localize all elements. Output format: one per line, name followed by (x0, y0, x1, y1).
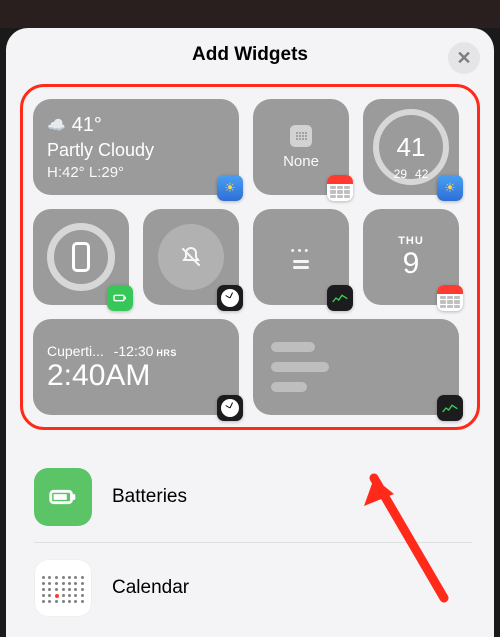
stocks-app-icon (327, 285, 353, 311)
stocks-dash (293, 260, 309, 263)
clock-app-icon (217, 285, 243, 311)
sheet-title: Add Widgets (192, 44, 308, 66)
calendar-app-icon (327, 175, 353, 201)
weather-temp: 41° (72, 114, 102, 137)
calendar-none-label: None (283, 153, 319, 170)
calendar-grid-icon (290, 125, 312, 147)
weather-app-icon (437, 175, 463, 201)
widget-gallery-highlight: ☁️ 41° Partly Cloudy H:42° L:29° None 41 (20, 84, 480, 430)
widget-calendar-none[interactable]: None (253, 99, 349, 195)
app-row-calendar[interactable]: Calendar (34, 543, 472, 633)
clock-app-icon (217, 395, 243, 421)
gauge-high: 42 (415, 167, 428, 181)
widget-weather-detail[interactable]: ☁️ 41° Partly Cloudy H:42° L:29° (33, 99, 239, 195)
sheet-header: Add Widgets ✕ (6, 28, 494, 82)
status-bar-decoration (0, 0, 500, 28)
mute-circle (158, 224, 224, 290)
clock-offset: -12:30 (114, 343, 154, 359)
clock-city: Cuperti... (47, 343, 104, 359)
add-widgets-sheet: Add Widgets ✕ ☁️ 41° Partly Cloudy H:42°… (6, 28, 494, 637)
stock-row-placeholder (271, 382, 307, 392)
clock-offset-unit: HRS (156, 348, 177, 358)
stocks-dash (293, 266, 309, 269)
calendar-daynum: 9 (403, 249, 420, 279)
app-label: Calendar (112, 577, 189, 599)
battery-ring (47, 223, 115, 291)
widget-world-clock[interactable]: Cuperti... -12:30 HRS 2:40AM (33, 319, 239, 415)
gauge-value: 41 (397, 134, 426, 160)
calendar-app-icon (437, 285, 463, 311)
bell-mute-icon (179, 245, 203, 269)
stocks-dots: ••• (291, 245, 312, 257)
weather-condition: Partly Cloudy (47, 140, 225, 161)
widget-gallery: ☁️ 41° Partly Cloudy H:42° L:29° None 41 (33, 99, 467, 415)
batteries-app-icon (107, 285, 133, 311)
widget-batteries[interactable] (33, 209, 129, 305)
widget-clock-alarm[interactable] (143, 209, 239, 305)
phone-icon (72, 242, 90, 272)
weather-hilo: H:42° L:29° (47, 164, 225, 181)
calendar-app-icon (34, 559, 92, 617)
weather-app-icon (217, 175, 243, 201)
calendar-dow: THU (398, 235, 424, 247)
clock-time: 2:40AM (47, 361, 225, 391)
widget-source-list: Batteries Calendar (34, 452, 472, 633)
gauge-low: 29 (394, 167, 407, 181)
weather-icon: ☁️ (47, 118, 66, 133)
app-label: Batteries (112, 486, 187, 508)
app-row-batteries[interactable]: Batteries (34, 452, 472, 543)
stock-row-placeholder (271, 342, 315, 352)
widget-calendar-day[interactable]: THU 9 (363, 209, 459, 305)
batteries-app-icon (34, 468, 92, 526)
close-icon: ✕ (456, 49, 471, 67)
widget-stocks-list[interactable] (253, 319, 459, 415)
gauge-ring: 41 29 42 (373, 109, 449, 185)
close-button[interactable]: ✕ (448, 42, 480, 74)
widget-weather-gauge[interactable]: 41 29 42 (363, 99, 459, 195)
widget-stocks-small[interactable]: ••• (253, 209, 349, 305)
stock-row-placeholder (271, 362, 329, 372)
stocks-app-icon (437, 395, 463, 421)
